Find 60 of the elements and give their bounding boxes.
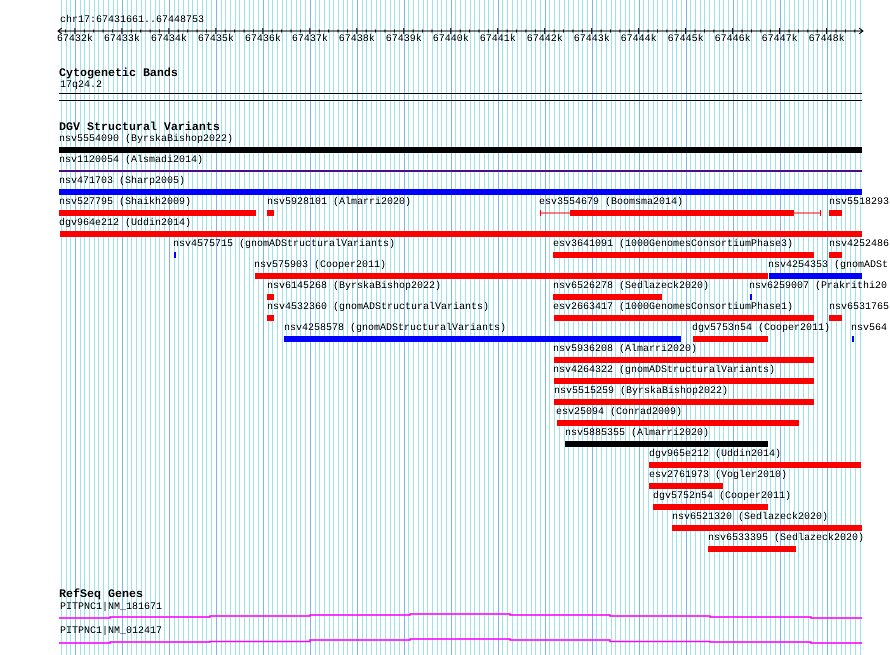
variant-label: nsv6533395 (Sedlazeck2020) — [708, 533, 864, 545]
variant-label: nsv6145268 (ByrskaBishop2022) — [267, 281, 442, 293]
tick-label: 67448k — [808, 34, 845, 46]
variant-label: nsv5936208 (Almarri2020) — [553, 344, 698, 356]
tick-label: 67436k — [244, 34, 281, 46]
variant-label: nsv6259007 (Prakrithi20 — [749, 281, 888, 293]
coordinate-label: chr17:67431661..67448753 — [60, 15, 204, 27]
variant-label: nsv6531765 — [829, 302, 890, 314]
tick-label: 67439k — [386, 34, 422, 46]
transcript-label: PITPNC1|NM_181671 — [60, 602, 162, 613]
variant-label: nsv471703 (Sharp2005) — [59, 176, 186, 188]
variant-label: nsv575903 (Cooper2011) — [254, 260, 386, 272]
track-title: RefSeq Genes — [59, 587, 143, 601]
variant-label: nsv5518293 — [829, 197, 890, 209]
variant-label: esv25094 (Conrad2009) — [556, 407, 682, 419]
tick-label: 67437k — [292, 34, 328, 46]
variant-label: dgv5752n54 (Cooper2011) — [653, 491, 792, 503]
variant-label: nsv4258578 (gnomADStructuralVariants) — [284, 323, 506, 335]
tick-label: 67446k — [714, 34, 751, 46]
variant-label: esv3554679 (Boomsma2014) — [539, 197, 684, 209]
tick-label: 67432k — [56, 34, 93, 46]
tick-label: 67440k — [432, 34, 469, 46]
variant-label: nsv6521320 (Sedlazeck2020) — [672, 512, 828, 524]
variant-label: nsv4264322 (gnomADStructuralVariants) — [553, 365, 776, 377]
tick-label: 67444k — [620, 34, 657, 46]
variant-label: nsv5515259 (ByrskaBishop2022) — [554, 386, 728, 398]
variant-label: nsv1120054 (Alsmadi2014) — [59, 155, 204, 167]
variant-label: dgv964e212 (Uddin2014) — [59, 218, 192, 230]
variant-label: nsv6526278 (Sedlazeck2020) — [553, 281, 710, 293]
variant-label: dgv965e212 (Uddin2014) — [649, 449, 782, 461]
transcript-label: PITPNC1|NM_012417 — [60, 626, 162, 637]
track-title: DGV Structural Variants — [59, 120, 220, 134]
variant-label: nsv4575715 (gnomADStructuralVariants) — [173, 239, 396, 251]
transcript-line[interactable] — [59, 613, 862, 619]
variant-label: nsv5554090 (ByrskaBishop2022) — [59, 134, 234, 146]
tick-label: 67442k — [526, 34, 563, 46]
transcript-line[interactable] — [59, 638, 862, 644]
tick-label: 67434k — [150, 34, 187, 46]
variant-bar[interactable] — [540, 210, 821, 216]
tick-label: 67433k — [104, 34, 140, 46]
band-label: 17q24.2 — [60, 80, 102, 92]
tick-label: 67441k — [480, 34, 516, 46]
tick-label: 67435k — [198, 34, 234, 46]
variant-label: esv2663417 (1000GenomesConsortiumPhase1) — [553, 302, 794, 314]
variant-label: nsv4252486 — [829, 239, 890, 251]
variant-line[interactable] — [59, 170, 862, 172]
track-title: Cytogenetic Bands — [59, 66, 178, 80]
variant-label: esv2761973 (Vogler2010) — [649, 470, 788, 482]
variant-label: nsv4532360 (gnomADStructuralVariants) — [267, 302, 490, 314]
variant-label: nsv4254353 (gnomADSt — [768, 260, 888, 272]
tick-label: 67443k — [574, 34, 610, 46]
variant-label: esv3641091 (1000GenomesConsortiumPhase3) — [553, 239, 794, 251]
variant-label: dgv5753n54 (Cooper2011) — [692, 323, 830, 335]
variant-label: nsv5928101 (Almarri2020) — [267, 197, 412, 209]
variant-label: nsv527795 (Shaikh2009) — [59, 197, 192, 209]
tick-label: 67438k — [338, 34, 375, 46]
variant-label: nsv564 — [851, 323, 888, 335]
tick-label: 67447k — [762, 34, 798, 46]
tick-label: 67445k — [668, 34, 704, 46]
variant-label: nsv5885355 (Almarri2020) — [565, 428, 710, 440]
